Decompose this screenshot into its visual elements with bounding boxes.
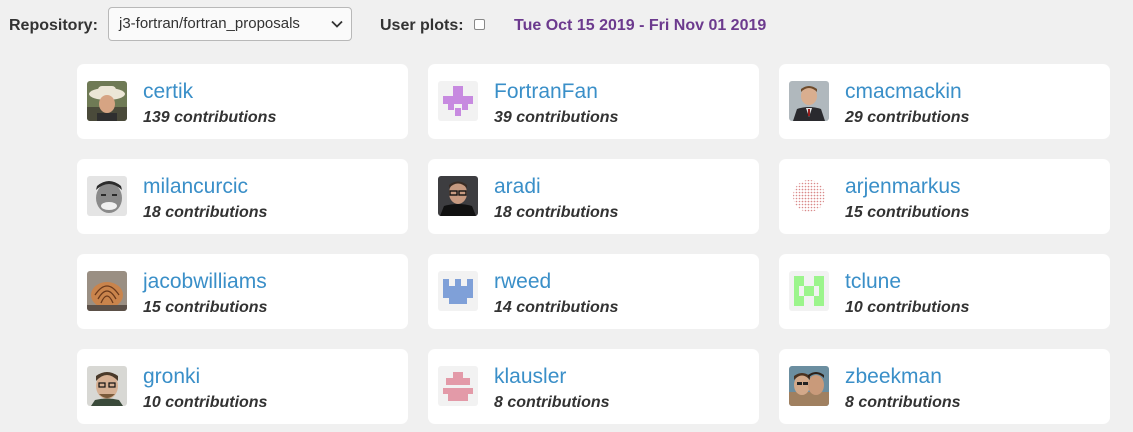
contributor-username[interactable]: klausler	[494, 365, 566, 389]
contributor-card[interactable]: jacobwilliams 15 contributions	[77, 254, 408, 329]
contributor-card[interactable]: arjenmarkus 15 contributions	[779, 159, 1110, 234]
contributor-card[interactable]: zbeekman 8 contributions	[779, 349, 1110, 424]
avatar	[87, 271, 127, 311]
avatar	[438, 81, 478, 121]
user-plots-label: User plots:	[380, 17, 464, 34]
chevron-down-icon	[331, 20, 343, 28]
repository-label: Repository:	[9, 17, 98, 34]
avatar	[789, 81, 829, 121]
contributor-card[interactable]: cmacmackin 29 contributions	[779, 64, 1110, 139]
avatar	[87, 176, 127, 216]
contributor-username[interactable]: rweed	[494, 270, 551, 294]
contribution-count: 14 contributions	[494, 299, 619, 316]
avatar	[789, 176, 829, 216]
toolbar: Repository: j3-fortran/fortran_proposals…	[0, 0, 1133, 50]
contributor-card[interactable]: klausler 8 contributions	[428, 349, 759, 424]
avatar	[789, 366, 829, 406]
avatar	[438, 366, 478, 406]
contributor-card[interactable]: rweed 14 contributions	[428, 254, 759, 329]
contribution-count: 10 contributions	[143, 394, 268, 411]
repository-select[interactable]: j3-fortran/fortran_proposals	[108, 7, 352, 41]
avatar	[87, 366, 127, 406]
contributor-card[interactable]: gronki 10 contributions	[77, 349, 408, 424]
contributor-card[interactable]: milancurcic 18 contributions	[77, 159, 408, 234]
avatar	[438, 176, 478, 216]
contributor-card[interactable]: aradi 18 contributions	[428, 159, 759, 234]
contributor-card[interactable]: FortranFan 39 contributions	[428, 64, 759, 139]
contributor-username[interactable]: milancurcic	[143, 175, 248, 199]
contribution-count: 8 contributions	[845, 394, 961, 411]
contributor-username[interactable]: zbeekman	[845, 365, 942, 389]
contributor-card[interactable]: tclune 10 contributions	[779, 254, 1110, 329]
contribution-count: 139 contributions	[143, 109, 277, 126]
contribution-count: 15 contributions	[143, 299, 268, 316]
avatar	[789, 271, 829, 311]
contributor-username[interactable]: FortranFan	[494, 80, 598, 104]
contributor-username[interactable]: certik	[143, 80, 193, 104]
contributor-card[interactable]: certik 139 contributions	[77, 64, 408, 139]
contribution-count: 18 contributions	[494, 204, 619, 221]
avatar	[438, 271, 478, 311]
contribution-count: 8 contributions	[494, 394, 610, 411]
contribution-count: 18 contributions	[143, 204, 268, 221]
user-plots-checkbox[interactable]	[474, 19, 485, 30]
avatar	[87, 81, 127, 121]
contributor-username[interactable]: jacobwilliams	[143, 270, 267, 294]
contributor-username[interactable]: gronki	[143, 365, 200, 389]
contributor-username[interactable]: tclune	[845, 270, 901, 294]
contribution-count: 29 contributions	[845, 109, 970, 126]
contributor-username[interactable]: cmacmackin	[845, 80, 962, 104]
contribution-count: 39 contributions	[494, 109, 619, 126]
date-range: Tue Oct 15 2019 - Fri Nov 01 2019	[514, 17, 767, 34]
contribution-count: 15 contributions	[845, 204, 970, 221]
contributor-username[interactable]: aradi	[494, 175, 541, 199]
contributors-grid: certik 139 contributions FortranFan 39 c…	[77, 64, 1110, 424]
contributor-username[interactable]: arjenmarkus	[845, 175, 961, 199]
repository-select-value: j3-fortran/fortran_proposals	[119, 15, 300, 32]
contribution-count: 10 contributions	[845, 299, 970, 316]
